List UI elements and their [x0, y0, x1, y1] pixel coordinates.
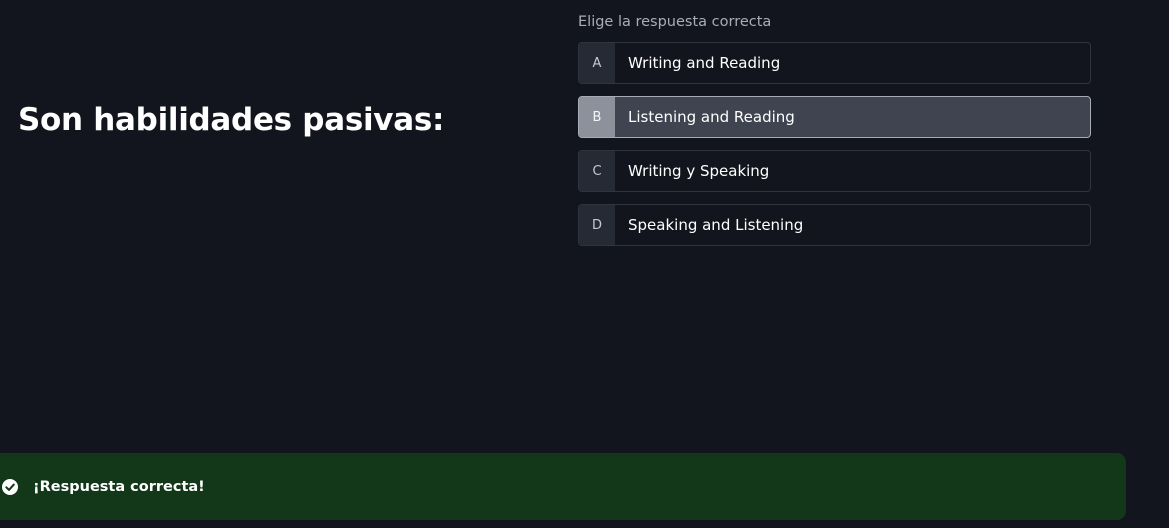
option-label: Speaking and Listening — [628, 216, 804, 234]
option-letter: A — [579, 43, 615, 83]
option-label: Writing and Reading — [628, 54, 781, 72]
check-circle-icon — [2, 478, 18, 495]
question-text: Son habilidades pasivas: — [18, 102, 445, 138]
answer-options: A Writing and Reading B Listening and Re… — [578, 42, 1091, 258]
option-d[interactable]: D Speaking and Listening — [578, 204, 1091, 246]
option-letter: B — [579, 97, 615, 137]
option-label: Writing y Speaking — [628, 162, 770, 180]
option-a[interactable]: A Writing and Reading — [578, 42, 1091, 84]
option-letter: D — [579, 205, 615, 245]
feedback-banner: ¡Respuesta correcta! — [0, 453, 1126, 520]
feedback-message: ¡Respuesta correcta! — [33, 478, 205, 495]
option-c[interactable]: C Writing y Speaking — [578, 150, 1091, 192]
instruction-text: Elige la respuesta correcta — [578, 14, 772, 30]
option-label: Listening and Reading — [628, 108, 795, 126]
option-b[interactable]: B Listening and Reading — [578, 96, 1091, 138]
option-letter: C — [579, 151, 615, 191]
